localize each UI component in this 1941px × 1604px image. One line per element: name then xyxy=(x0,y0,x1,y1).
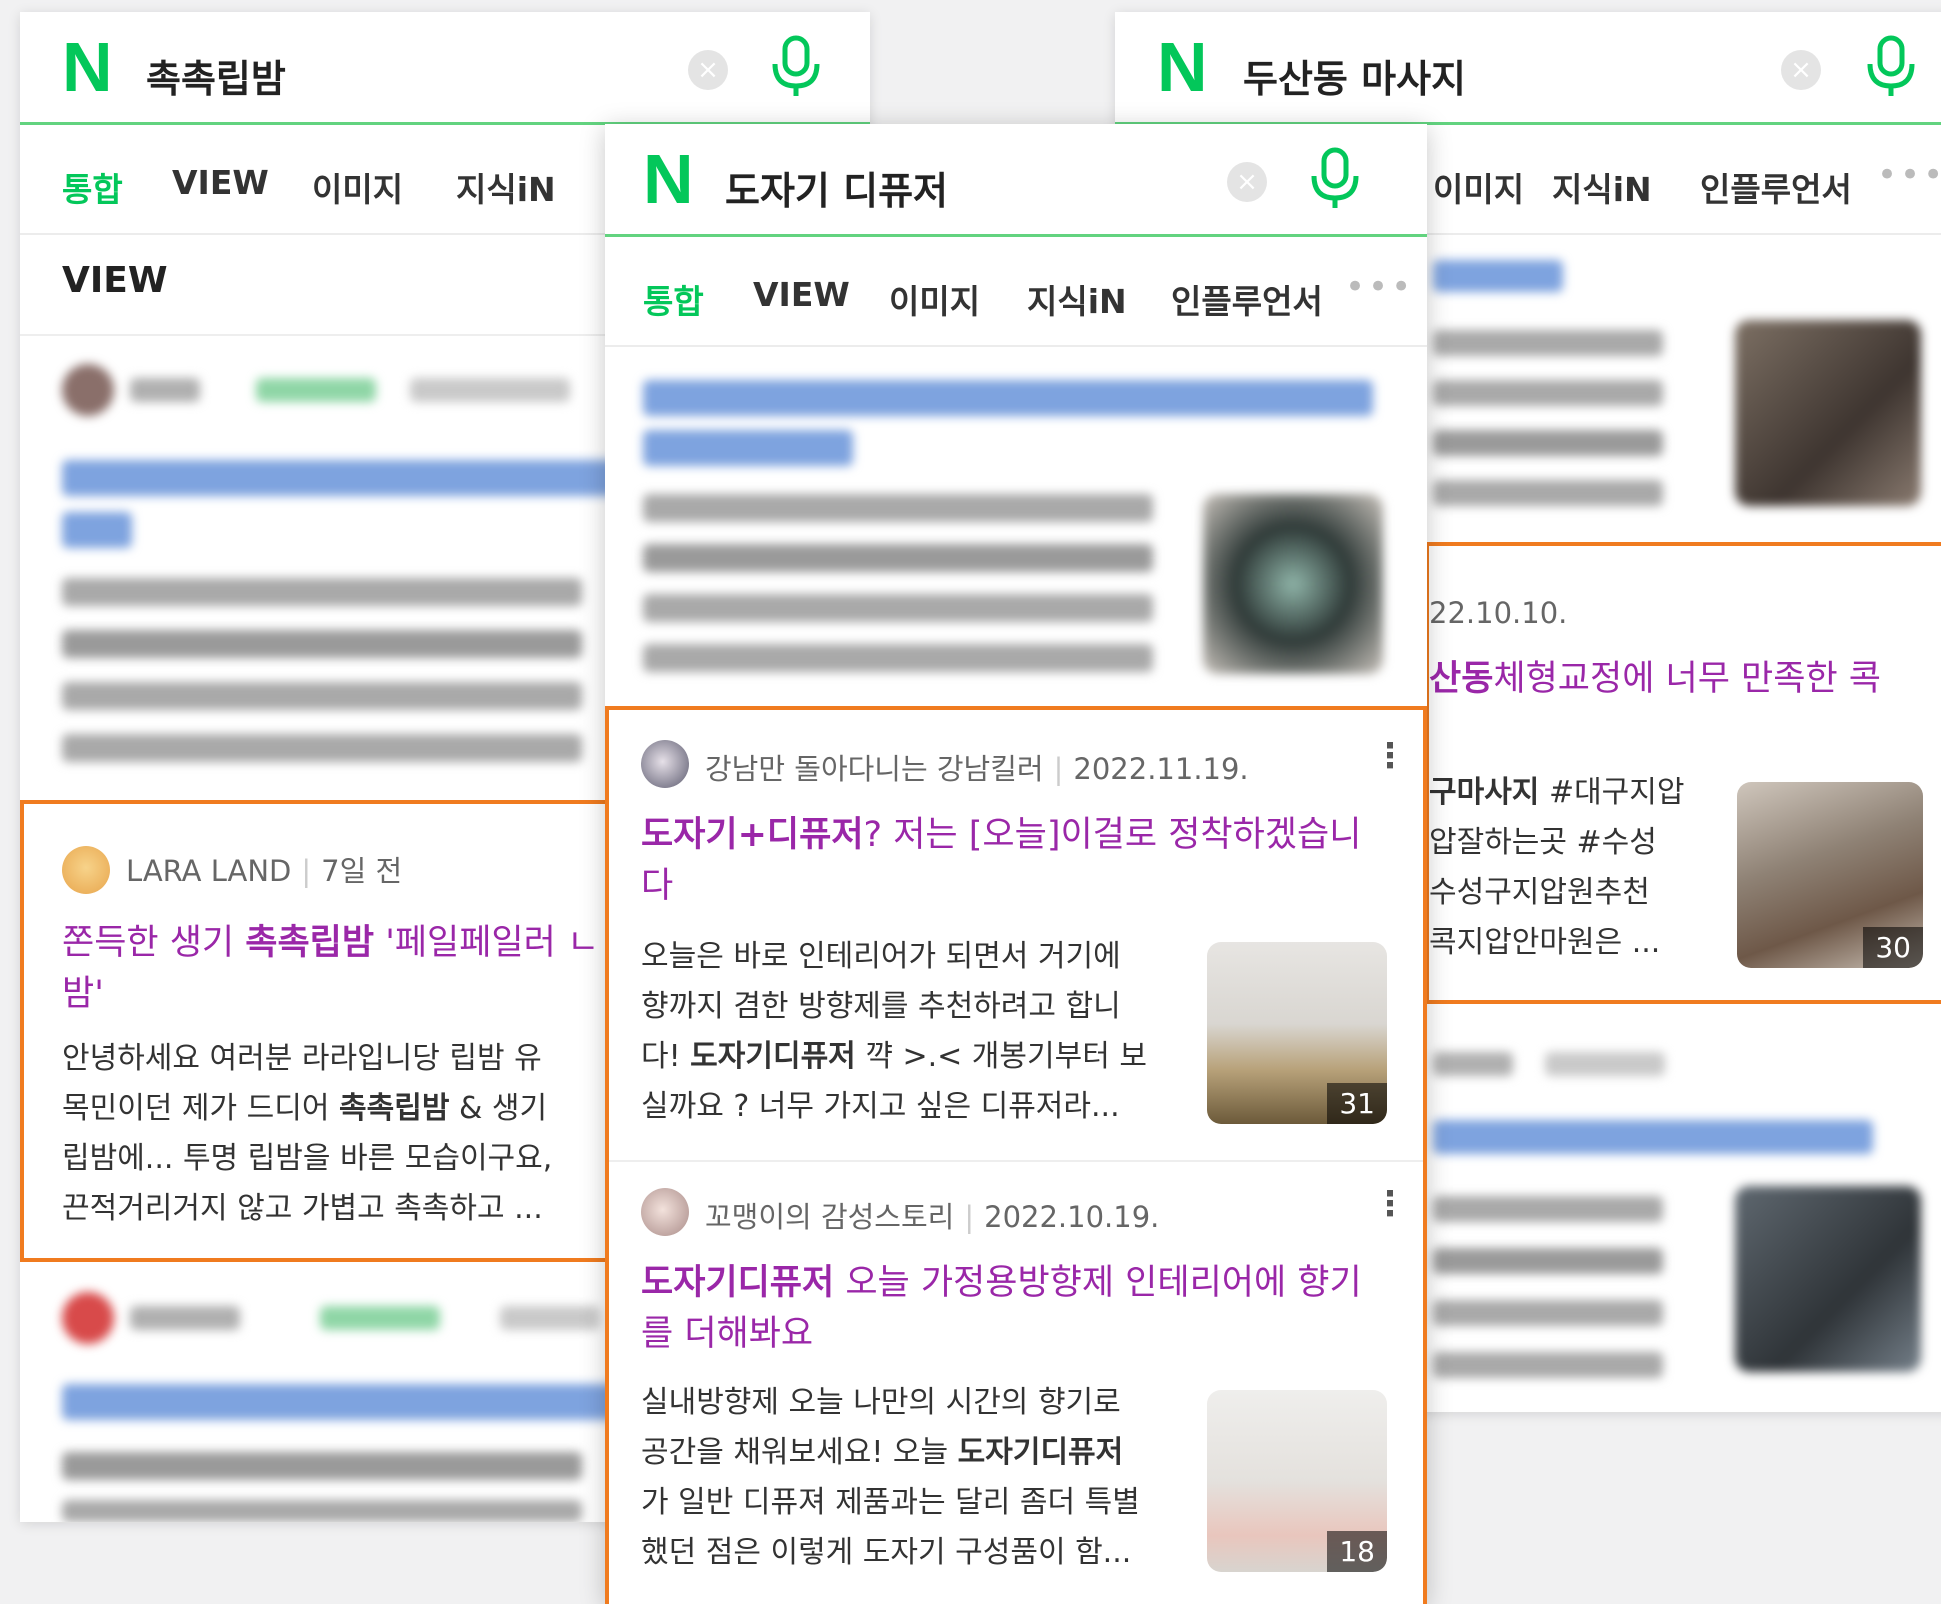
post-date: 7일 전 xyxy=(321,854,403,888)
tab-view[interactable]: VIEW xyxy=(753,275,850,314)
clear-icon[interactable]: × xyxy=(1227,162,1267,202)
highlighted-posts: 강남만 돌아다니는 강남킬러 | 2022.11.19. ⋮ 도자기+디퓨저? 저는… xyxy=(605,706,1427,1604)
post-thumbnail[interactable]: 18 xyxy=(1207,1390,1387,1572)
post-description: 오늘은 바로 인테리어가 되면서 거기에 향까지 겸한 방향제를 추천하려고 합… xyxy=(641,939,1147,1124)
author-name[interactable]: 강남만 돌아다니는 강남킬러 xyxy=(705,752,1044,786)
image-count: 30 xyxy=(1863,927,1923,968)
tab-integrated[interactable]: 통합 xyxy=(643,275,704,323)
tab-kin[interactable]: 지식iN xyxy=(1552,163,1652,211)
post-title[interactable]: 산동체형교정에 너무 만족한 콕 xyxy=(1429,654,1941,705)
avatar xyxy=(641,1188,689,1236)
naver-logo[interactable]: N xyxy=(643,144,701,214)
naver-logo[interactable]: N xyxy=(1157,32,1215,102)
more-tabs-icon[interactable]: ••• xyxy=(1877,155,1941,195)
clear-icon[interactable]: × xyxy=(1781,50,1821,90)
tab-influencer[interactable]: 인플루언서 xyxy=(1171,275,1321,323)
tab-bar: 통합 VIEW 이미지 지식iN 인플루언서 ••• xyxy=(605,237,1427,347)
tab-images[interactable]: 이미지 xyxy=(889,275,980,323)
search-input[interactable]: 도자기 디퓨저 xyxy=(725,160,948,215)
microphone-icon[interactable] xyxy=(1307,146,1363,212)
tab-images[interactable]: 이미지 xyxy=(1433,163,1524,211)
search-bar: N 두산동 마사지 × xyxy=(1115,12,1941,125)
post-date: 2022.11.19. xyxy=(1073,752,1249,786)
more-tabs-icon[interactable]: ••• xyxy=(1345,267,1414,307)
avatar xyxy=(62,846,110,894)
post-description: 구마사지 #대구지압 압잘하는곳 #수성 수성구지압원추천 콕지압안마원은 ..… xyxy=(1429,775,1685,960)
search-input[interactable]: 촉촉립밤 xyxy=(146,48,286,103)
more-options-icon[interactable]: ⋮ xyxy=(1373,736,1407,776)
search-bar: N 도자기 디퓨저 × xyxy=(605,124,1427,237)
microphone-icon[interactable] xyxy=(1863,34,1919,100)
search-input[interactable]: 두산동 마사지 xyxy=(1243,48,1466,103)
post-date: 22.10.10. xyxy=(1429,596,1568,630)
post-meta: 강남만 돌아다니는 강남킬러 | 2022.11.19. xyxy=(705,752,1249,786)
post-thumbnail[interactable]: 31 xyxy=(1207,942,1387,1124)
post-description: 실내방향제 오늘 나만의 시간의 향기로 공간을 채워보세요! 오늘 도자기디퓨… xyxy=(641,1385,1140,1570)
post-title[interactable]: 도자기+디퓨저? 저는 [오늘]이걸로 정착하겠습니 다 xyxy=(641,810,1401,912)
section-title: VIEW xyxy=(62,260,168,301)
naver-logo[interactable]: N xyxy=(62,32,120,102)
center-search-panel: N 도자기 디퓨저 × 통합 VIEW 이미지 지식iN 인플루언서 ••• 강… xyxy=(605,124,1427,1604)
highlighted-post[interactable]: 22.10.10. ⋮ 산동체형교정에 너무 만족한 콕 구마사지 #대구지압 … xyxy=(1425,542,1941,1004)
tab-integrated[interactable]: 통합 xyxy=(62,163,123,211)
post-meta: 꼬맹이의 감성스토리 | 2022.10.19. xyxy=(705,1200,1160,1234)
post-title[interactable]: 도자기디퓨저 오늘 가정용방향제 인테리어에 향기 를 더해봐요 xyxy=(641,1258,1401,1360)
avatar xyxy=(641,740,689,788)
tab-kin[interactable]: 지식iN xyxy=(456,163,556,211)
microphone-icon[interactable] xyxy=(768,34,824,100)
search-bar: N 촉촉립밤 × xyxy=(20,12,870,125)
image-count: 31 xyxy=(1327,1083,1387,1124)
clear-icon[interactable]: × xyxy=(688,50,728,90)
more-options-icon[interactable]: ⋮ xyxy=(1373,1184,1407,1224)
tab-kin[interactable]: 지식iN xyxy=(1027,275,1127,323)
image-count: 18 xyxy=(1327,1531,1387,1572)
tab-influencer[interactable]: 인플루언서 xyxy=(1700,163,1880,211)
author-name[interactable]: LARA LAND xyxy=(126,854,291,888)
post-thumbnail[interactable]: 30 xyxy=(1737,782,1923,968)
tab-view[interactable]: VIEW xyxy=(172,163,269,202)
tab-images[interactable]: 이미지 xyxy=(312,163,403,211)
post-meta: LARA LAND | 7일 전 xyxy=(126,854,403,888)
post-date: 2022.10.19. xyxy=(984,1200,1160,1234)
divider xyxy=(609,1160,1423,1162)
author-name[interactable]: 꼬맹이의 감성스토리 xyxy=(705,1200,954,1234)
